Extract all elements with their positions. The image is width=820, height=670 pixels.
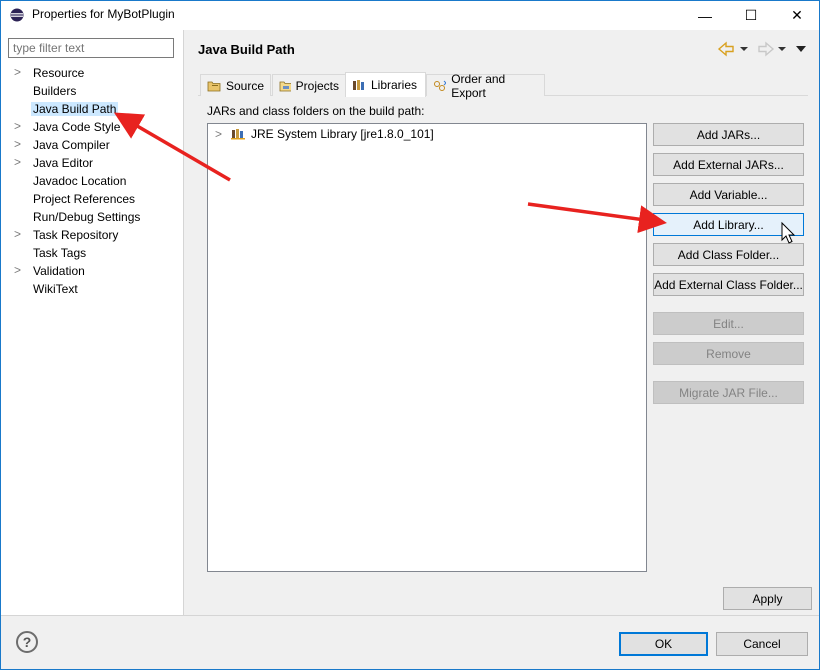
cancel-button[interactable]: Cancel — [716, 632, 808, 656]
tree-item-label: WikiText — [33, 282, 78, 296]
tree-item-label: Builders — [33, 84, 77, 98]
tree-item-label: Java Build Path — [31, 102, 119, 116]
tab-label: Source — [225, 78, 264, 93]
history-nav — [717, 41, 806, 57]
list-item[interactable]: > JRE System Library [jre1.8.0_101] — [215, 127, 434, 141]
ok-button[interactable]: OK — [619, 632, 708, 656]
libraries-icon — [353, 80, 364, 90]
source-folder-icon — [207, 81, 221, 91]
jre-library-icon — [231, 129, 245, 140]
tree-item-label: Run/Debug Settings — [33, 210, 141, 224]
tree-item-java-compiler[interactable]: > Java Compiler — [0, 136, 183, 154]
tree-item-run-debug-settings[interactable]: Run/Debug Settings — [0, 208, 183, 226]
maximize-button[interactable]: ☐ — [728, 1, 774, 30]
back-icon[interactable] — [717, 41, 734, 57]
chevron-right-icon[interactable]: > — [14, 137, 21, 151]
add-variable-button[interactable]: Add Variable... — [653, 183, 804, 206]
chevron-right-icon[interactable]: > — [14, 155, 21, 169]
tree-item-java-build-path[interactable]: Java Build Path — [0, 100, 183, 118]
tree-item-java-code-style[interactable]: > Java Code Style — [0, 118, 183, 136]
remove-button[interactable]: Remove — [653, 342, 804, 365]
list-item-label: JRE System Library [jre1.8.0_101] — [251, 127, 434, 141]
filter-input[interactable] — [8, 38, 174, 58]
chevron-right-icon[interactable]: > — [215, 127, 227, 141]
add-library-button[interactable]: Add Library... — [653, 213, 804, 236]
tree-item-validation[interactable]: > Validation — [0, 262, 183, 280]
tree-item-project-references[interactable]: Project References — [0, 190, 183, 208]
add-external-class-folder-button[interactable]: Add External Class Folder... — [653, 273, 804, 296]
back-dropdown-icon[interactable] — [740, 47, 748, 51]
tab-label: Libraries — [371, 78, 418, 92]
tree-item-label: Validation — [33, 264, 85, 278]
tree-item-builders[interactable]: Builders — [0, 82, 183, 100]
tree-item-task-tags[interactable]: Task Tags — [0, 244, 183, 262]
add-class-folder-button[interactable]: Add Class Folder... — [653, 243, 804, 266]
section-label: JARs and class folders on the build path… — [207, 104, 425, 118]
tree-item-label: Project References — [33, 192, 136, 206]
tree-item-javadoc-location[interactable]: Javadoc Location — [0, 172, 183, 190]
tab-libraries[interactable]: Libraries — [345, 72, 426, 97]
tab-source[interactable]: Source — [200, 74, 271, 96]
chevron-right-icon[interactable]: > — [14, 65, 21, 79]
order-export-icon — [434, 80, 447, 91]
build-path-list[interactable] — [207, 123, 647, 572]
page-title: Java Build Path — [198, 42, 295, 57]
forward-icon[interactable] — [758, 41, 775, 57]
footer-separator — [1, 615, 819, 616]
tab-projects[interactable]: Projects — [272, 74, 346, 96]
tree-item-label: Java Editor — [33, 156, 94, 170]
add-jars-button[interactable]: Add JARs... — [653, 123, 804, 146]
edit-button[interactable]: Edit... — [653, 312, 804, 335]
tab-label: Projects — [295, 78, 339, 93]
tree-item-resource[interactable]: > Resource — [0, 64, 183, 82]
tree-item-label: Task Repository — [33, 228, 119, 242]
tree-item-label: Java Code Style — [33, 120, 121, 134]
help-icon[interactable]: ? — [16, 631, 38, 653]
minimize-button[interactable]: — — [682, 1, 728, 30]
eclipse-icon — [10, 8, 24, 22]
view-menu-icon[interactable] — [796, 46, 806, 52]
tree-item-label: Task Tags — [33, 246, 87, 260]
window-title: Properties for MyBotPlugin — [32, 7, 175, 21]
migrate-jar-button[interactable]: Migrate JAR File... — [653, 381, 804, 404]
tree-item-label: Javadoc Location — [33, 174, 127, 188]
projects-icon — [279, 81, 291, 91]
add-external-jars-button[interactable]: Add External JARs... — [653, 153, 804, 176]
chevron-right-icon[interactable]: > — [14, 263, 21, 277]
tab-label: Order and Export — [451, 71, 506, 100]
tree-item-task-repository[interactable]: > Task Repository — [0, 226, 183, 244]
tab-order-and-export[interactable]: Order and Export — [426, 72, 545, 100]
tree-item-java-editor[interactable]: > Java Editor — [0, 154, 183, 172]
apply-button[interactable]: Apply — [723, 587, 812, 610]
close-button[interactable]: ✕ — [774, 1, 820, 30]
chevron-right-icon[interactable]: > — [14, 119, 21, 133]
chevron-right-icon[interactable]: > — [14, 227, 21, 241]
tree-item-label: Resource — [33, 66, 85, 80]
forward-dropdown-icon[interactable] — [778, 47, 786, 51]
tree-item-wikitext[interactable]: WikiText — [0, 280, 183, 298]
tree-item-label: Java Compiler — [33, 138, 110, 152]
